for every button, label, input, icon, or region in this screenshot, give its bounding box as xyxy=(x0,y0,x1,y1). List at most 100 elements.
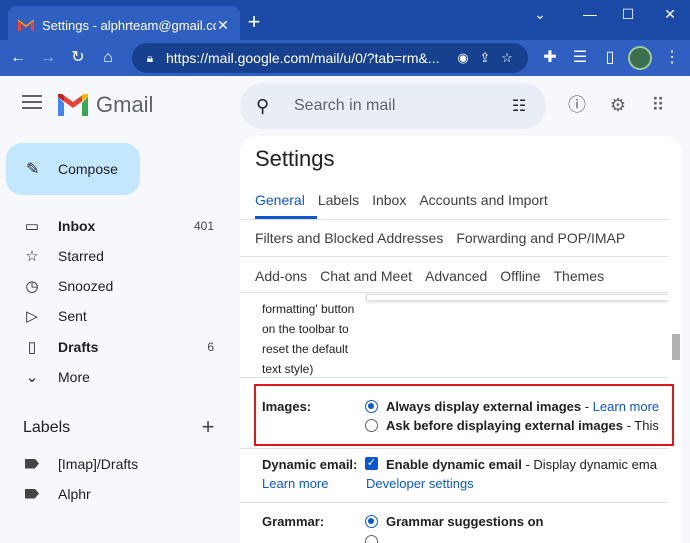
search-icon[interactable]: ⚲ xyxy=(256,96,278,117)
forward-icon[interactable]: → xyxy=(36,46,60,70)
sidebar-item-inbox[interactable]: ▭ Inbox 401 xyxy=(0,211,230,241)
label-tag-icon xyxy=(22,486,42,503)
page-title: Settings xyxy=(255,146,335,171)
pencil-icon: ✎ xyxy=(26,161,40,178)
add-label-button[interactable]: + xyxy=(198,416,218,438)
images-label: Images: xyxy=(262,399,312,414)
reload-icon[interactable]: ↻ xyxy=(66,46,90,70)
ask-before-images-radio[interactable] xyxy=(365,419,378,432)
section-divider xyxy=(240,502,668,503)
tabs-divider xyxy=(240,292,668,293)
help-icon[interactable]: ⓘ xyxy=(565,93,589,117)
grammar-suggestions-off-radio[interactable] xyxy=(365,535,378,543)
tab-title: Settings - alphrteam@gmail.com xyxy=(42,17,216,33)
sidebar-item-label: Drafts xyxy=(58,339,99,355)
option-separator: - xyxy=(581,399,593,414)
enable-dynamic-email-option[interactable]: Enable dynamic email - Display dynamic e… xyxy=(386,457,668,472)
send-icon: ▷ xyxy=(26,308,38,325)
enable-dynamic-email-checkbox[interactable]: ✓ xyxy=(365,457,378,470)
new-tab-button[interactable]: + xyxy=(244,10,264,34)
url-text: https://mail.google.com/mail/u/0/?tab=rm… xyxy=(166,50,440,66)
tab-filters-and-blocked-addresses[interactable]: Filters and Blocked Addresses xyxy=(255,230,443,258)
apps-grid-icon[interactable]: ⠿ xyxy=(646,93,670,117)
share-icon[interactable]: ⇪ xyxy=(474,50,496,66)
grammar-suggestions-on-option[interactable]: Grammar suggestions on xyxy=(386,514,668,529)
signature-editor-edge xyxy=(366,294,668,300)
label-name: Alphr xyxy=(58,486,91,502)
labels-heading: Labels xyxy=(23,419,71,436)
option-label: Enable dynamic email xyxy=(386,457,522,472)
option-label: Always display external images xyxy=(386,399,582,414)
dynamic-email-learn-more-link[interactable]: Learn more xyxy=(262,476,328,491)
close-window-button[interactable]: ✕ xyxy=(658,4,682,24)
browser-toolbar: ← → ↻ ⌂ 🔒︎ https://mail.google.com/mail/… xyxy=(0,40,690,76)
tab-labels[interactable]: Labels xyxy=(318,192,359,220)
inbox-icon: ▭ xyxy=(24,218,40,235)
back-icon[interactable]: ← xyxy=(6,46,30,70)
sidebar-item-starred[interactable]: ☆ Starred xyxy=(0,241,230,271)
sidebar-item-count: 6 xyxy=(207,340,214,354)
sidebar-item-sent[interactable]: ▷ Sent xyxy=(0,301,230,331)
browser-tab-bar: Settings - alphrteam@gmail.com ✕ + ⌄ — ☐… xyxy=(0,0,690,44)
draft-icon: ▯ xyxy=(27,339,37,356)
label-tag-icon xyxy=(22,456,42,473)
side-panel-icon[interactable]: ▯ xyxy=(598,46,622,70)
reading-list-icon[interactable]: ☰ xyxy=(568,46,592,70)
profile-avatar[interactable] xyxy=(628,46,652,70)
gmail-logo[interactable]: Gmail xyxy=(58,92,153,118)
option-label: Grammar suggestions on xyxy=(386,514,544,529)
sidebar-label-imap-drafts[interactable]: [Imap]/Drafts xyxy=(0,449,230,479)
address-bar[interactable]: 🔒︎ https://mail.google.com/mail/u/0/?tab… xyxy=(132,43,528,73)
learn-more-link[interactable]: Learn more xyxy=(593,399,659,414)
tab-accounts-and-import[interactable]: Accounts and Import xyxy=(419,192,547,220)
search-bar[interactable]: ⚲ Search in mail ☷ xyxy=(240,83,546,129)
compose-button[interactable]: ✎ Compose xyxy=(6,143,140,195)
grammar-suggestions-on-radio[interactable] xyxy=(365,515,378,528)
tab-inbox[interactable]: Inbox xyxy=(372,192,406,220)
developer-settings-link[interactable]: Developer settings xyxy=(366,476,474,491)
ask-before-images-option[interactable]: Ask before displaying external images - … xyxy=(386,418,668,433)
lock-icon[interactable]: 🔒︎ xyxy=(142,51,158,66)
sidebar-item-snoozed[interactable]: ◷ Snoozed xyxy=(0,271,230,301)
gmail-m-icon xyxy=(58,94,88,116)
sidebar-item-label: More xyxy=(58,369,90,385)
tab-close-icon[interactable]: ✕ xyxy=(216,17,230,34)
sidebar-item-label: Starred xyxy=(58,248,104,264)
browser-tab[interactable]: Settings - alphrteam@gmail.com ✕ xyxy=(8,6,240,44)
sidebar-item-more[interactable]: ⌄ More xyxy=(0,362,230,392)
settings-gear-icon[interactable]: ⚙ xyxy=(606,93,630,117)
sidebar-item-label: Snoozed xyxy=(58,278,114,294)
dynamic-email-label: Dynamic email: xyxy=(262,457,358,472)
clock-icon: ◷ xyxy=(25,278,39,295)
extensions-icon[interactable]: ✚ xyxy=(538,46,562,70)
section-divider xyxy=(240,377,668,378)
home-icon[interactable]: ⌂ xyxy=(96,46,120,70)
bookmark-star-icon[interactable]: ☆ xyxy=(496,50,518,66)
eye-icon[interactable]: ◉ xyxy=(452,50,474,66)
section-divider xyxy=(240,448,668,449)
option-label: Ask before displaying external images xyxy=(386,418,623,433)
tab-search-icon[interactable]: ⌄ xyxy=(528,4,552,24)
tabs-divider xyxy=(240,219,668,220)
always-display-images-option[interactable]: Always display external images - Learn m… xyxy=(386,399,668,414)
highlight-box xyxy=(254,384,674,446)
minimize-button[interactable]: — xyxy=(578,4,602,24)
label-name: [Imap]/Drafts xyxy=(58,456,139,472)
sidebar-item-drafts[interactable]: ▯ Drafts 6 xyxy=(0,332,230,362)
settings-panel: Settings General Labels Inbox Accounts a… xyxy=(240,136,682,543)
scrollbar-thumb[interactable] xyxy=(672,334,680,360)
formatting-help-text: formatting' button on the toolbar to res… xyxy=(262,302,355,376)
compose-label: Compose xyxy=(58,161,118,177)
maximize-button[interactable]: ☐ xyxy=(616,4,640,24)
always-display-images-radio[interactable] xyxy=(365,400,378,413)
main-menu-icon[interactable] xyxy=(22,95,42,111)
tab-forwarding-and-pop-imap[interactable]: Forwarding and POP/IMAP xyxy=(456,230,625,258)
settings-tabs-row-2: Filters and Blocked Addresses Forwarding… xyxy=(255,230,638,258)
browser-menu-icon[interactable]: ⋮ xyxy=(660,46,684,70)
star-icon: ☆ xyxy=(25,248,39,265)
search-input[interactable]: Search in mail xyxy=(294,97,508,115)
option-description: - Display dynamic ema xyxy=(521,457,657,472)
sidebar-label-alphr[interactable]: Alphr xyxy=(0,479,230,509)
search-options-icon[interactable]: ☷ xyxy=(508,96,530,116)
sidebar-item-label: Sent xyxy=(58,308,87,324)
